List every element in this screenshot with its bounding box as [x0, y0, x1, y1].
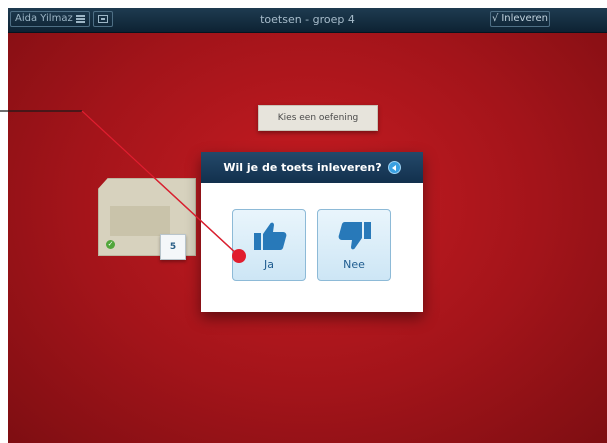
- speaker-icon[interactable]: [387, 161, 401, 174]
- submit-button[interactable]: √ Inleveren: [490, 11, 550, 27]
- exercise-count-badge: 5: [160, 234, 186, 260]
- folder-sheet: [110, 206, 170, 236]
- yes-button-label: Ja: [264, 258, 274, 271]
- choose-exercise-label: Kies een oefening: [258, 105, 378, 131]
- no-button-label: Nee: [343, 258, 365, 271]
- yes-button[interactable]: Ja: [232, 209, 306, 281]
- dialog-header: Wil je de toets inleveren?: [201, 152, 423, 183]
- top-bar: Aida Yilmaz toetsen - groep 4 √ Inleveren: [8, 8, 607, 33]
- submit-button-label: Inleveren: [501, 13, 549, 24]
- thumbs-down-icon: [338, 222, 371, 250]
- completed-check-icon: ✓: [106, 240, 115, 249]
- app-screen: Aida Yilmaz toetsen - groep 4 √ Inleveren…: [8, 8, 607, 443]
- thumbs-up-icon: [254, 222, 287, 250]
- no-button[interactable]: Nee: [317, 209, 391, 281]
- exercise-folder[interactable]: ✓ 5: [98, 178, 196, 260]
- submit-test-dialog: Wil je de toets inleveren? Ja Nee: [201, 152, 423, 312]
- checkmark-icon: √: [491, 13, 499, 24]
- dialog-title: Wil je de toets inleveren?: [223, 161, 382, 174]
